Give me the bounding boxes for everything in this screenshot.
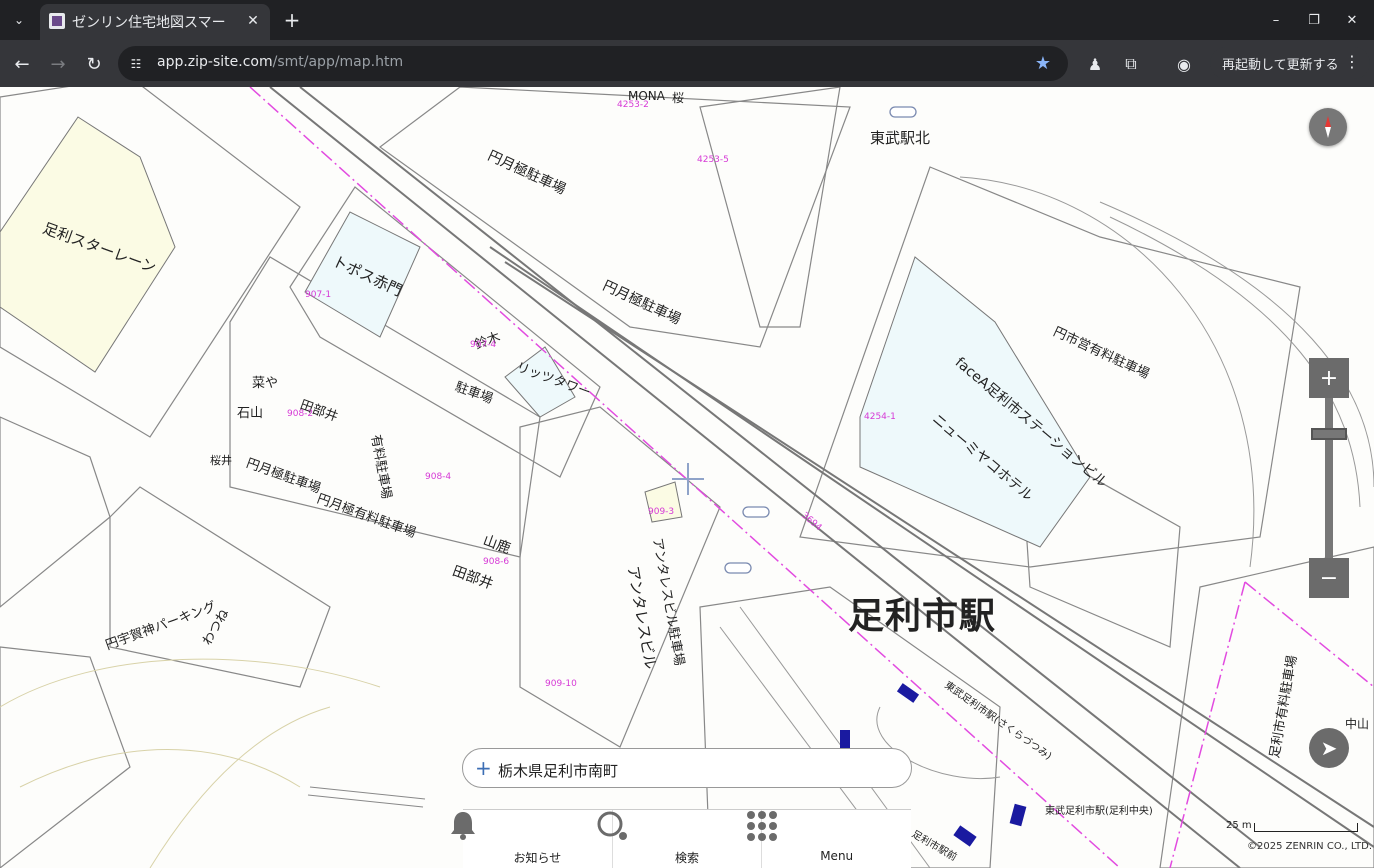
bottom-navigation: お知らせ 検索 Menu (451, 809, 911, 868)
site-info-icon[interactable]: ☷ (126, 54, 146, 74)
copyright-text: ©2025 ZENRIN CO., LTD. (1247, 841, 1372, 852)
nav-notifications-button[interactable]: お知らせ (451, 810, 613, 868)
parcel-number: 908-6 (483, 557, 510, 567)
favicon-icon (49, 13, 65, 29)
current-location-button[interactable]: ➤ (1309, 728, 1349, 768)
restart-label: 再起動して更新する (1222, 57, 1339, 73)
chevron-down-icon: ⌄ (13, 13, 25, 27)
reload-button[interactable]: ↻ (80, 50, 108, 78)
parcel-number: 909-10 (545, 679, 577, 689)
tab-close-button[interactable]: ✕ (243, 11, 263, 31)
profile-icon[interactable]: ◉ (1170, 50, 1198, 78)
map-label[interactable]: 中山 (1345, 715, 1369, 732)
parcel-number: 907-1 (305, 290, 332, 300)
nav-search-label: 検索 (675, 851, 700, 865)
map-label[interactable]: 桜 (672, 89, 684, 106)
zoom-in-button[interactable]: + (1309, 358, 1349, 398)
parcel-number: 4253-5 (697, 155, 729, 165)
window-close-button[interactable]: ✕ (1340, 8, 1364, 32)
nav-menu-button[interactable]: Menu (747, 810, 911, 868)
map-scale: 25 m (1226, 820, 1360, 832)
address-bar[interactable]: ☷ app.zip-site.com/smt/app/map.htm ★ (118, 46, 1068, 81)
restart-update-button[interactable]: 再起動して更新する ⋮ (1210, 47, 1370, 79)
map-center-crosshair (672, 463, 704, 495)
tab-search-button[interactable]: ⌄ (6, 7, 32, 33)
parcel-number: 909-3 (648, 507, 675, 517)
current-address-text: 栃木県足利市南町 (498, 762, 619, 780)
extension-puppet-icon[interactable]: ♟ (1081, 50, 1109, 78)
parcel-number: 4253-2 (617, 100, 649, 110)
nav-notifications-label: お知らせ (513, 851, 562, 865)
map-label[interactable]: 石山 (237, 402, 263, 421)
extensions-icon[interactable]: ⧉ (1117, 50, 1145, 78)
bell-icon (451, 812, 475, 840)
nav-search-button[interactable]: 検索 (597, 810, 763, 868)
zoom-out-button[interactable]: − (1309, 558, 1349, 598)
zoom-slider-thumb[interactable] (1311, 428, 1347, 440)
station-name-label[interactable]: 足利市駅 (848, 587, 996, 639)
parcel-number: 908-2 (287, 409, 314, 419)
map-label[interactable]: 桜井 (210, 452, 232, 468)
compass-icon[interactable] (1309, 108, 1347, 146)
zoom-slider-track[interactable] (1325, 398, 1333, 558)
url-path: /smt/app/map.htm (272, 54, 404, 70)
url-host: app.zip-site.com (157, 54, 273, 70)
map-canvas[interactable]: 足利スターレーン トポス赤門 円月極駐車場 円月極駐車場 faceA足利市ステー… (0, 87, 1374, 868)
grid-icon (747, 811, 778, 841)
window-restore-button[interactable]: ❐ (1302, 8, 1326, 32)
bookmark-star-icon[interactable]: ★ (1032, 52, 1054, 74)
station-north-label[interactable]: 東武駅北 (870, 127, 930, 148)
active-tab[interactable]: ゼンリン住宅地図スマー ✕ (40, 4, 270, 40)
scale-label: 25 m (1226, 820, 1252, 831)
map-label[interactable]: 菜や (252, 372, 278, 391)
window-minimize-button[interactable]: – (1264, 8, 1288, 32)
tab-title: ゼンリン住宅地図スマー (72, 15, 226, 31)
url-text[interactable]: app.zip-site.com/smt/app/map.htm (157, 54, 403, 70)
parcel-number: 908-4 (425, 472, 452, 482)
map-label[interactable]: 東武足利市駅(足利中央) (1045, 802, 1153, 817)
reload-icon: ↻ (86, 53, 102, 75)
nav-menu-label: Menu (820, 849, 854, 863)
parcel-number: 4254-1 (864, 412, 896, 422)
forward-button[interactable]: → (44, 50, 72, 78)
back-button[interactable]: ← (8, 50, 36, 78)
crosshair-plus-icon: + (475, 756, 492, 780)
tab-strip: ⌄ ゼンリン住宅地図スマー ✕ + – ❐ ✕ (0, 0, 1374, 40)
search-icon (597, 811, 627, 840)
parcel-number: 907-4 (470, 340, 497, 350)
arrow-left-icon: ← (14, 53, 30, 75)
scale-bar (1254, 823, 1358, 832)
new-tab-button[interactable]: + (280, 8, 304, 32)
browser-toolbar: ← → ↻ ☷ app.zip-site.com/smt/app/map.htm… (0, 40, 1374, 87)
navigation-arrow-icon: ➤ (1320, 736, 1338, 760)
current-address-bar[interactable]: + 栃木県足利市南町 (462, 748, 912, 788)
menu-dots-icon[interactable]: ⋮ (1344, 52, 1360, 71)
arrow-right-icon: → (50, 53, 66, 75)
